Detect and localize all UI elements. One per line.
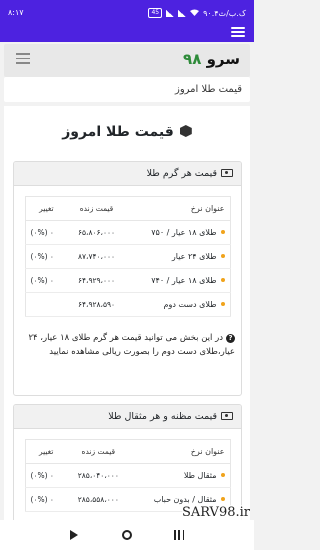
rate-title: مثقال / بدون حباب — [153, 495, 217, 504]
rate-price: ۶۵،۸۰۶،۰۰۰ — [67, 220, 126, 245]
column-header: قیمت زنده — [66, 439, 130, 464]
column-header: تغییر — [25, 439, 67, 464]
breadcrumb[interactable]: قیمت طلا امروز — [4, 77, 250, 102]
signal-icon — [178, 9, 187, 17]
status-bar: ۸:۱۷ 45 ۹۰.۴ک.ب/ث — [0, 0, 254, 24]
home-icon[interactable] — [122, 530, 132, 540]
system-nav-bar — [0, 520, 254, 550]
watermark: SARV98.ir — [181, 505, 250, 520]
battery-icon: 45 — [148, 8, 163, 18]
money-icon — [221, 169, 233, 177]
money-icon — [221, 412, 233, 420]
navbar-toggle-button[interactable] — [16, 53, 30, 65]
app-bar — [0, 24, 254, 42]
rate-title: طلای ۱۸ عیار / ۷۴۰ — [151, 276, 217, 285]
column-header: قیمت زنده — [67, 196, 126, 221]
bullet-icon — [220, 254, 225, 258]
table-row: طلای ۲۴ عیار ۸۷،۷۴۰،۰۰۰ (۰%) ۰ — [25, 244, 230, 269]
card-header: قیمت هر گرم طلا — [14, 162, 241, 186]
column-header: تغییر — [25, 196, 68, 221]
bullet-icon — [220, 278, 225, 282]
bullet-icon — [220, 230, 225, 234]
bullet-icon — [220, 302, 225, 306]
wifi-icon — [190, 9, 200, 18]
rate-title: مثقال طلا — [183, 471, 217, 480]
status-icons: 45 ۹۰.۴ک.ب/ث — [148, 8, 246, 18]
column-header: عنوان نرخ — [129, 439, 230, 464]
rate-change: (۰%) ۰ — [25, 220, 68, 245]
gram-price-table: عنوان نرخ قیمت زنده تغییر طلای ۱۸ عیار /… — [24, 196, 231, 317]
rate-price: ۶۴،۹۲۸،۵۹۰ — [67, 292, 126, 317]
rate-price: ۲۸۵،۵۵۸،۰۰۰ — [66, 487, 130, 512]
main-content: قیمت طلا امروز قیمت هر گرم طلا عنوان نرخ… — [4, 106, 250, 550]
back-icon[interactable] — [70, 530, 78, 540]
column-header: عنوان نرخ — [125, 196, 230, 221]
rate-change: (۰%) ۰ — [25, 463, 67, 488]
question-icon: ? — [226, 334, 235, 343]
menu-icon[interactable] — [231, 27, 245, 39]
rate-change: (۰%) ۰ — [25, 244, 68, 269]
recent-apps-icon[interactable] — [174, 530, 184, 540]
table-row: طلای دست دوم ۶۴،۹۲۸،۵۹۰ — [25, 292, 230, 317]
brand-number: ۹۸ — [183, 50, 202, 68]
network-speed: ۹۰.۴ک.ب/ث — [203, 8, 246, 18]
rate-change: (۰%) ۰ — [25, 487, 67, 512]
signal-icon — [166, 9, 175, 17]
bullet-icon — [220, 497, 225, 501]
table-row: مثقال طلا ۲۸۵،۰۴۰،۰۰۰ (۰%) ۰ — [25, 463, 230, 488]
clock: ۸:۱۷ — [8, 8, 24, 17]
rate-price: ۸۷،۷۴۰،۰۰۰ — [67, 244, 126, 269]
bullet-icon — [220, 473, 225, 477]
site-logo[interactable]: سرو ۹۸ — [183, 50, 240, 68]
rate-title: طلای ۲۴ عیار — [171, 252, 217, 261]
brand-word: سرو — [206, 50, 240, 68]
rate-title: طلای ۱۸ عیار / ۷۵۰ — [151, 228, 217, 237]
rate-price: ۲۸۵،۰۴۰،۰۰۰ — [66, 463, 130, 488]
gram-price-card: قیمت هر گرم طلا عنوان نرخ قیمت زنده تغیی… — [13, 161, 242, 396]
info-note: ?در این بخش می توانید قیمت هر گرم طلای ۱… — [28, 333, 235, 357]
rate-change: (۰%) ۰ — [25, 268, 68, 293]
rate-price: ۶۴،۹۲۹،۰۰۰ — [67, 268, 126, 293]
mesghal-price-table: عنوان نرخ قیمت زنده تغییر مثقال طلا ۲۸۵،… — [24, 439, 231, 512]
table-row: طلای ۱۸ عیار / ۷۴۰ ۶۴،۹۲۹،۰۰۰ (۰%) ۰ — [25, 268, 230, 293]
rate-title: طلای دست دوم — [163, 300, 217, 309]
site-navbar: سرو ۹۸ — [4, 44, 250, 77]
rate-change — [25, 292, 68, 317]
table-row: طلای ۱۸ عیار / ۷۵۰ ۶۵،۸۰۶،۰۰۰ (۰%) ۰ — [25, 220, 230, 245]
card-header: قیمت مظنه و هر مثقال طلا — [14, 405, 241, 429]
cube-icon — [179, 125, 192, 137]
page-title: قیمت طلا امروز — [4, 124, 250, 140]
